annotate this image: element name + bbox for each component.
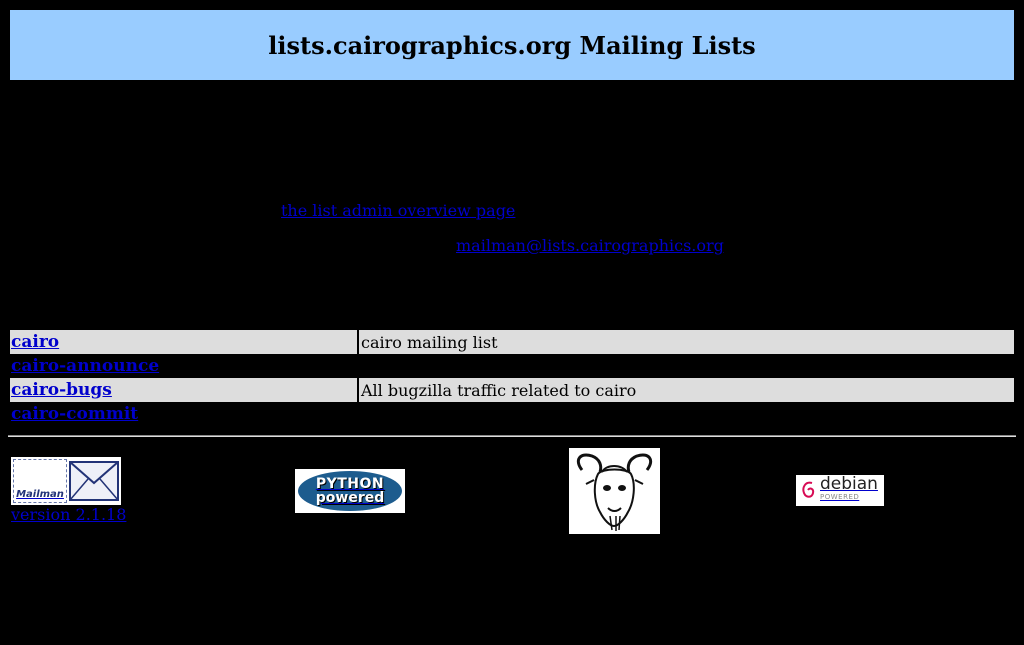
gnu-head-logo-icon[interactable] [569, 448, 660, 534]
table-row: cairo cairo mailing list [10, 330, 1014, 354]
list-link-cairo-commit[interactable]: cairo-commit [11, 404, 138, 424]
python-badge: PYTHON powered [298, 471, 402, 511]
list-description [357, 354, 1014, 378]
list-name-cell: cairo-bugs [10, 378, 359, 402]
list-name-cell: cairo [10, 330, 359, 354]
gnu-head-icon [576, 453, 653, 531]
list-name-cell: cairo-commit [10, 402, 357, 426]
list-link-cairo-announce[interactable]: cairo-announce [11, 356, 159, 376]
python-logo-line2: powered [315, 490, 385, 506]
footer-divider [8, 435, 1016, 437]
debian-swirl-icon [802, 481, 815, 498]
admin-overview-link[interactable]: the list admin overview page [281, 201, 515, 221]
list-name-cell: cairo-announce [10, 354, 357, 378]
table-row: cairo-bugs All bugzilla traffic related … [10, 378, 1014, 402]
list-description [357, 402, 1014, 426]
mailman-logo-text: Mailman [13, 459, 67, 503]
version-link[interactable]: version 2.1.18 [11, 505, 126, 524]
page-title: lists.cairographics.org Mailing Lists [268, 30, 756, 60]
list-description: All bugzilla traffic related to cairo [359, 378, 1014, 402]
list-link-cairo-bugs[interactable]: cairo-bugs [11, 380, 112, 400]
table-row: cairo-announce [10, 354, 1014, 378]
python-logo-line1: PYTHON [315, 476, 385, 492]
table-row: cairo-commit [10, 402, 1014, 426]
debian-logo-line1: debian [820, 473, 878, 494]
mailing-lists-table: cairo cairo mailing list cairo-announce … [10, 330, 1014, 426]
python-powered-logo-icon[interactable]: PYTHON powered [295, 469, 405, 513]
envelope-icon [69, 461, 119, 501]
page-header: lists.cairographics.org Mailing Lists [10, 10, 1014, 80]
list-link-cairo[interactable]: cairo [11, 332, 59, 352]
contact-email-link[interactable]: mailman@lists.cairographics.org [456, 236, 724, 256]
debian-powered-logo-icon[interactable]: debian POWERED [796, 475, 884, 506]
debian-logo-line2: POWERED [820, 492, 860, 501]
list-description: cairo mailing list [359, 330, 1014, 354]
mailman-logo-icon[interactable]: Mailman [11, 457, 121, 505]
